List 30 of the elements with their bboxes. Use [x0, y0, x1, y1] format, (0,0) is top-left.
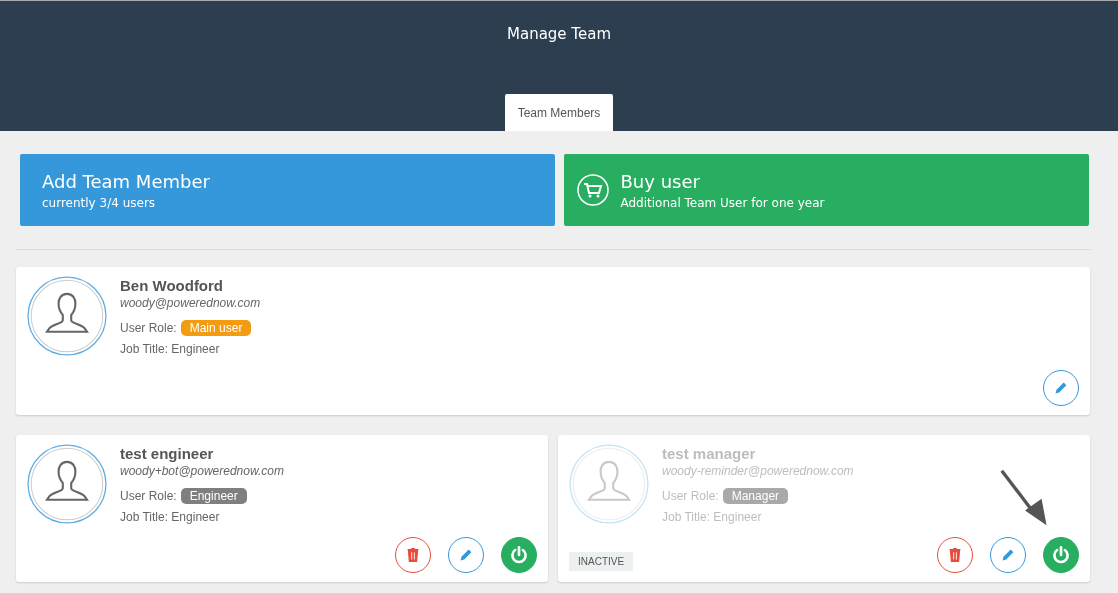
role-label: User Role:: [120, 321, 177, 335]
member-email: woody-reminder@powerednow.com: [662, 464, 854, 478]
avatar-icon: [27, 444, 107, 524]
avatar-icon: [27, 276, 107, 356]
job-title: Job Title: Engineer: [120, 342, 221, 356]
edit-button[interactable]: [448, 537, 484, 573]
member-email: woody@powerednow.com: [120, 296, 261, 310]
role-tag: Main user: [180, 320, 252, 336]
job-title: Job Title: Engineer: [662, 510, 763, 524]
role-tag: Engineer: [180, 488, 247, 504]
power-icon: [508, 544, 530, 566]
tab[interactable]: Team Members: [504, 94, 614, 131]
page-title: Manage Team: [507, 25, 611, 43]
status-tag: INACTIVE: [569, 551, 634, 571]
cart-icon: [576, 174, 609, 206]
member-name: test manager: [662, 445, 757, 462]
role-tag: Manager: [722, 488, 789, 504]
power-button[interactable]: [501, 537, 537, 573]
power-icon: [1050, 544, 1072, 566]
role-label: User Role:: [662, 489, 719, 503]
member-name: Ben Woodford: [120, 277, 225, 294]
delete-button[interactable]: [395, 537, 431, 573]
buy-user-button[interactable]: Buy user Additional Team User for one year: [563, 154, 1089, 226]
job-title: Job Title: Engineer: [120, 510, 221, 524]
role-label: User Role:: [120, 489, 177, 503]
member-email: woody+bot@powerednow.com: [120, 464, 284, 478]
edit-button[interactable]: [1043, 370, 1079, 406]
member-name: test engineer: [120, 445, 215, 462]
avatar-icon: [569, 444, 649, 524]
add-member-button[interactable]: Add Team Member currently 3/4 users: [20, 154, 555, 226]
